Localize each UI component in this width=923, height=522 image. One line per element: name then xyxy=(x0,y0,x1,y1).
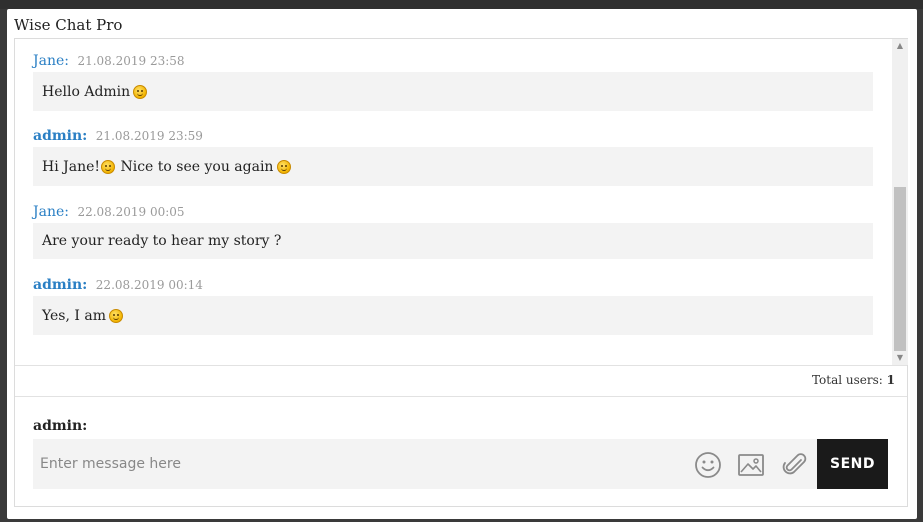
divider xyxy=(15,396,907,397)
composer: SEND xyxy=(33,439,888,489)
background-strip xyxy=(0,0,923,9)
total-users: Total users: 1 xyxy=(811,373,895,387)
current-user-name: admin: xyxy=(33,418,88,434)
scroll-down-arrow-icon[interactable]: ▼ xyxy=(892,351,908,365)
total-users-count: 1 xyxy=(886,373,895,387)
divider xyxy=(15,365,907,366)
message-bubble: Hello Admin xyxy=(33,72,873,111)
message-header: Jane: 21.08.2019 23:58 xyxy=(33,50,873,72)
message-time: 22.08.2019 00:05 xyxy=(77,205,185,219)
message-bubble: Yes, I am xyxy=(33,296,873,335)
message-item: Jane: 21.08.2019 23:58 Hello Admin xyxy=(33,50,873,111)
message-item: admin: 22.08.2019 00:14 Yes, I am xyxy=(33,274,873,335)
message-item: Jane: 22.08.2019 00:05 Are your ready to… xyxy=(33,201,873,259)
message-header: Jane: 22.08.2019 00:05 xyxy=(33,201,873,223)
message-sender[interactable]: Jane: xyxy=(33,53,69,69)
message-bubble: Hi Jane! Nice to see you again xyxy=(33,147,873,186)
message-text: Hello Admin xyxy=(42,83,131,100)
message-text: Are your ready to hear my story ? xyxy=(42,233,282,249)
smile-emoji-icon xyxy=(133,84,148,99)
chat-window: Wise Chat Pro Jane: 21.08.2019 23:58 Hel… xyxy=(7,9,917,519)
message-header: admin: 21.08.2019 23:59 xyxy=(33,125,873,147)
message-time: 21.08.2019 23:59 xyxy=(95,129,203,143)
message-list[interactable]: Jane: 21.08.2019 23:58 Hello Admin admin… xyxy=(15,39,892,365)
message-header: admin: 22.08.2019 00:14 xyxy=(33,274,873,296)
scroll-up-arrow-icon[interactable]: ▲ xyxy=(892,39,908,53)
message-text: Yes, I am xyxy=(42,307,106,324)
scrollbar-thumb[interactable] xyxy=(894,187,906,351)
message-sender[interactable]: admin: xyxy=(33,277,87,293)
message-time: 21.08.2019 23:58 xyxy=(77,54,185,68)
image-icon[interactable] xyxy=(737,451,765,479)
smile-emoji-icon xyxy=(101,159,116,174)
message-text: Hi Jane! xyxy=(42,158,101,175)
paperclip-icon[interactable] xyxy=(781,451,809,479)
smile-emoji-icon xyxy=(109,308,123,323)
message-input[interactable] xyxy=(33,439,683,489)
message-bubble: Are your ready to hear my story ? xyxy=(33,223,873,259)
message-text: Nice to see you again xyxy=(116,158,274,175)
message-sender[interactable]: admin: xyxy=(33,128,87,144)
chat-frame: Jane: 21.08.2019 23:58 Hello Admin admin… xyxy=(14,38,908,507)
smiley-icon[interactable] xyxy=(694,451,722,479)
message-time: 22.08.2019 00:14 xyxy=(95,278,203,292)
message-sender[interactable]: Jane: xyxy=(33,204,69,220)
message-scrollbar[interactable]: ▲ ▼ xyxy=(892,39,908,365)
window-title: Wise Chat Pro xyxy=(14,16,123,34)
send-button[interactable]: SEND xyxy=(817,439,888,489)
smile-emoji-icon xyxy=(277,159,292,174)
message-item: admin: 21.08.2019 23:59 Hi Jane! Nice to… xyxy=(33,125,873,186)
